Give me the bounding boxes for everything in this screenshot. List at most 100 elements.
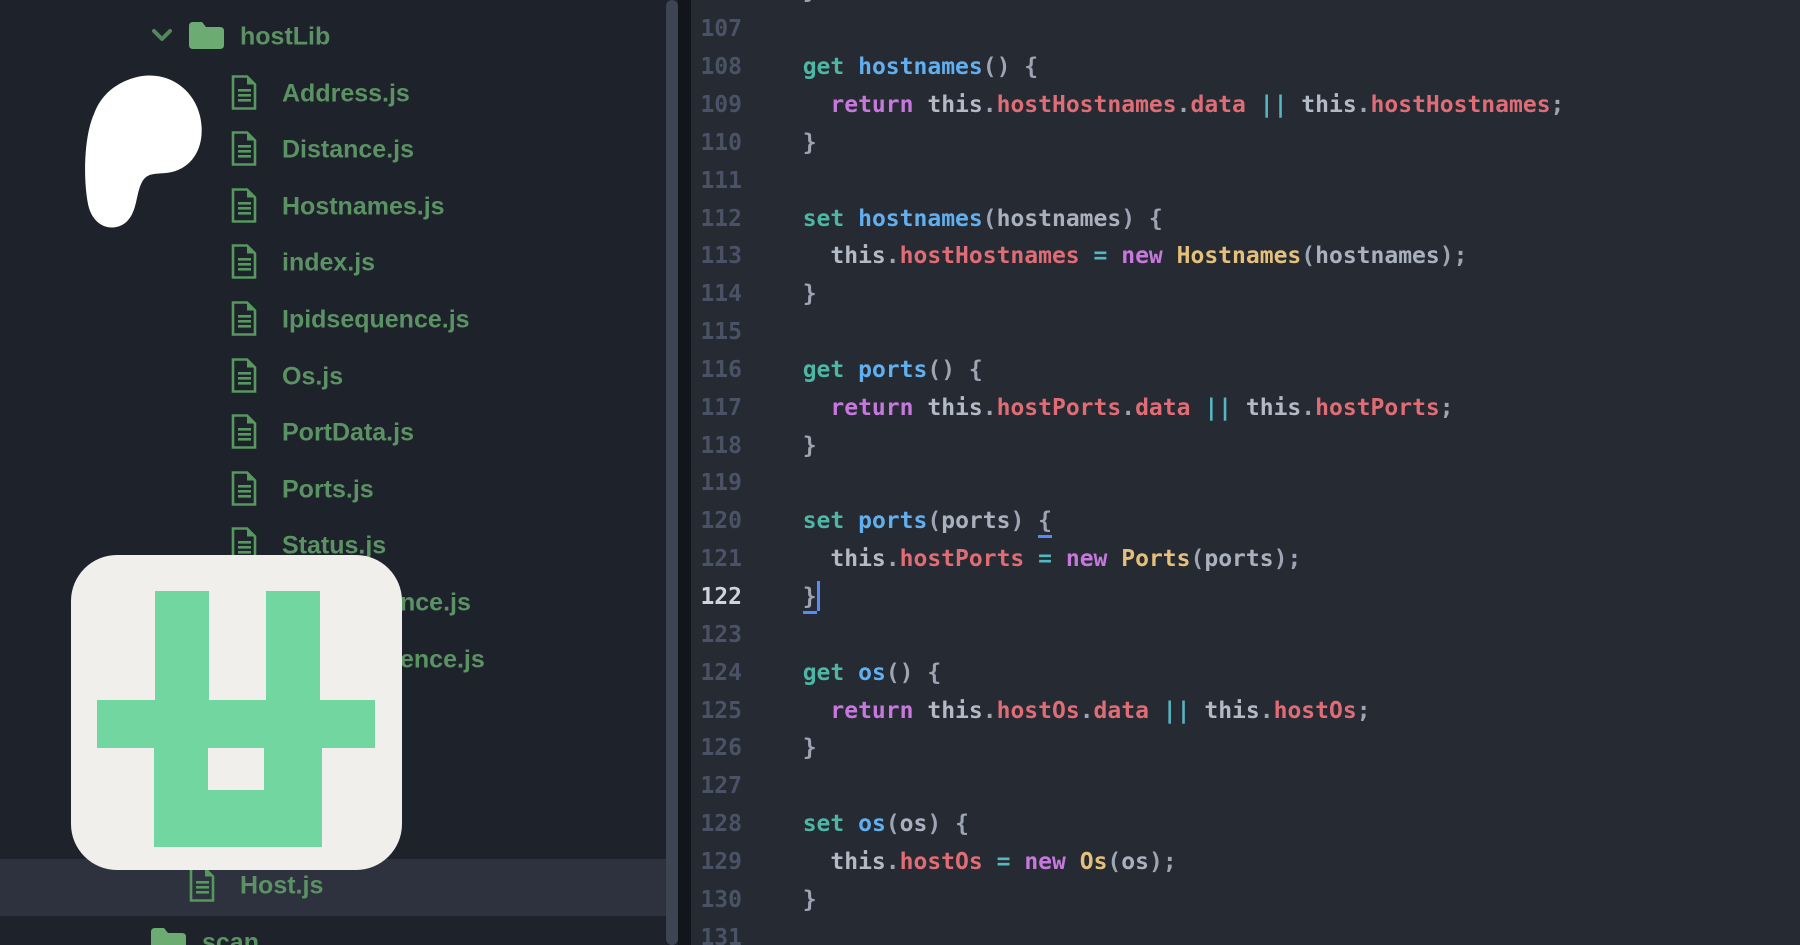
code-line[interactable]: 127 [691, 768, 1800, 806]
code-line[interactable]: 130 } [691, 882, 1800, 920]
file-icon [230, 187, 258, 228]
code-line-text: this.hostOs = new Os(os); [775, 844, 1176, 882]
code-token: ( [1190, 546, 1205, 573]
line-number[interactable]: 108 [691, 49, 742, 87]
code-token: . [982, 394, 997, 421]
line-number[interactable]: 107 [691, 11, 742, 49]
code-line[interactable]: 111 [691, 163, 1800, 201]
tree-row[interactable]: PortData.js [0, 406, 680, 463]
code-editor-pane[interactable]: }107108 get hostnames() {109 return this… [691, 0, 1800, 945]
line-number[interactable]: 121 [691, 541, 742, 579]
code-line[interactable]: 128 set os(os) { [691, 806, 1800, 844]
line-number[interactable]: 116 [691, 352, 742, 390]
code-line[interactable]: 110 } [691, 125, 1800, 163]
pixel-logo-hole [208, 748, 264, 790]
code-token: Os [1079, 848, 1108, 875]
code-token: . [1301, 394, 1316, 421]
code-line[interactable]: 124 get os() { [691, 655, 1800, 693]
code-line[interactable]: 122 } [691, 579, 1800, 617]
code-line[interactable]: 107 [691, 11, 1800, 49]
code-line-text: return this.hostHostnames.data || this.h… [775, 87, 1564, 125]
code-line[interactable]: 131 [691, 920, 1800, 945]
code-token: } [775, 735, 817, 762]
line-number[interactable]: 112 [691, 201, 742, 239]
tree-item-label: ence.js [400, 644, 485, 673]
code-token: hostOs [899, 848, 983, 875]
code-line[interactable]: 117 return this.hostPorts.data || this.h… [691, 390, 1800, 428]
code-line[interactable]: 119 [691, 465, 1800, 503]
code-line[interactable]: 114 } [691, 276, 1800, 314]
code-line[interactable]: 109 return this.hostHostnames.data || th… [691, 87, 1800, 125]
line-number[interactable]: 127 [691, 768, 742, 806]
code-line[interactable]: 121 this.hostPorts = new Ports(ports); [691, 541, 1800, 579]
line-number[interactable]: 129 [691, 844, 742, 882]
code-line[interactable]: 120 set ports(ports) { [691, 503, 1800, 541]
code-token: = [996, 848, 1011, 875]
line-number[interactable]: 123 [691, 617, 742, 655]
code-line-text: this.hostHostnames = new Hostnames(hostn… [775, 238, 1467, 276]
code-token: this [927, 91, 983, 118]
line-number[interactable]: 119 [691, 465, 742, 503]
code-line[interactable]: 116 get ports() { [691, 352, 1800, 390]
line-number[interactable]: 118 [691, 428, 742, 466]
code-token: os [899, 811, 928, 838]
line-number[interactable]: 125 [691, 693, 742, 731]
pane-divider[interactable] [678, 0, 691, 945]
code-token: this [830, 546, 886, 573]
line-number[interactable]: 122 [691, 579, 742, 617]
line-number[interactable]: 111 [691, 163, 742, 201]
tree-row[interactable]: index.js [0, 236, 680, 293]
chevron-down-icon[interactable] [151, 28, 173, 48]
line-number[interactable]: 126 [691, 730, 742, 768]
line-number[interactable]: 109 [691, 87, 742, 125]
line-number[interactable]: 128 [691, 806, 742, 844]
code-line[interactable]: 125 return this.hostOs.data || this.host… [691, 693, 1800, 731]
code-token: hostOs [996, 697, 1080, 724]
folder-icon [188, 21, 225, 55]
line-number[interactable]: 131 [691, 920, 742, 945]
code-token: hostHostnames [899, 243, 1080, 270]
pixel-logo-band [97, 700, 375, 748]
code-line[interactable]: 113 this.hostHostnames = new Hostnames(h… [691, 238, 1800, 276]
line-number[interactable]: 115 [691, 314, 742, 352]
file-icon [230, 74, 258, 115]
line-number[interactable]: 110 [691, 125, 742, 163]
code-token: || [1204, 394, 1233, 421]
line-number[interactable]: 130 [691, 882, 742, 920]
code-token: ; [1356, 697, 1371, 724]
code-line[interactable]: 126 } [691, 730, 1800, 768]
code-line[interactable]: 108 get hostnames() { [691, 49, 1800, 87]
code-token: hostPorts [899, 546, 1025, 573]
line-number[interactable]: 117 [691, 390, 742, 428]
code-token: } [775, 129, 817, 156]
code-token: set [802, 811, 845, 838]
code-token: Hostnames [1176, 243, 1302, 270]
code-line[interactable]: 112 set hostnames(hostnames) { [691, 201, 1800, 239]
sidebar-scrollbar[interactable] [666, 0, 678, 945]
code-line[interactable]: 118 } [691, 428, 1800, 466]
code-token: ports [941, 508, 1011, 535]
line-number[interactable]: 124 [691, 655, 742, 693]
tree-row[interactable]: scan [0, 915, 680, 945]
code-line[interactable]: 129 this.hostOs = new Os(os); [691, 844, 1800, 882]
code-line[interactable]: 115 [691, 314, 1800, 352]
tree-row[interactable]: hostLib [0, 10, 680, 67]
tree-row[interactable]: Ipidsequence.js [0, 293, 680, 350]
line-number[interactable]: 114 [691, 276, 742, 314]
code-line[interactable]: } [691, 0, 1800, 11]
line-number[interactable]: 120 [691, 503, 742, 541]
code-token: || [1162, 697, 1191, 724]
code-line[interactable]: 123 [691, 617, 1800, 655]
tree-row[interactable]: Os.js [0, 349, 680, 406]
code-token: os [1121, 848, 1149, 875]
tree-row[interactable]: Ports.js [0, 462, 680, 519]
line-number[interactable]: 113 [691, 238, 742, 276]
